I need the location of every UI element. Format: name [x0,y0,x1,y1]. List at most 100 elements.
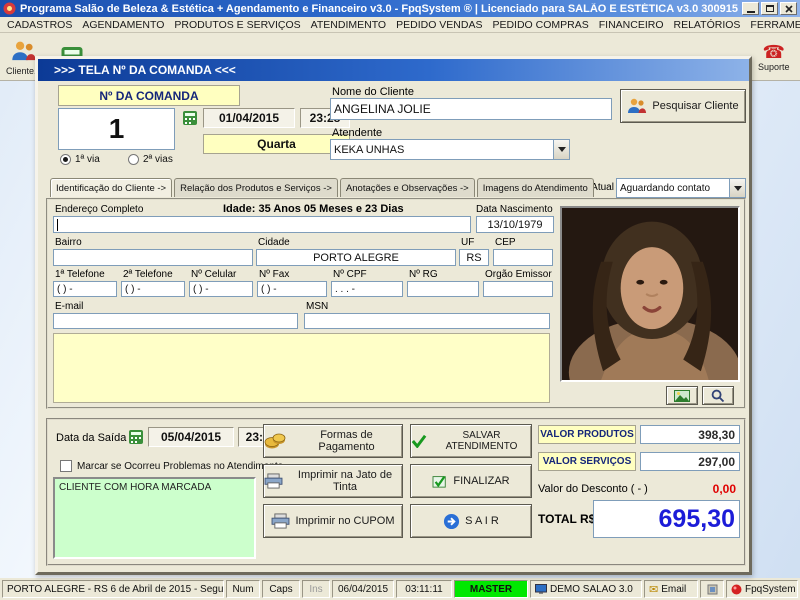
valor-produtos-label: VALOR PRODUTOS [538,425,636,444]
radio-via1-label: 1ª via [75,154,100,165]
finalizar-label: FINALIZAR [453,475,510,487]
toolbar-suporte-label: Suporte [758,61,790,72]
menu-pedido-compras[interactable]: PEDIDO COMPRAS [487,18,593,32]
status-versao-label: DEMO SALAO 3.0 [550,583,633,595]
check-icon [411,434,427,448]
observacoes-area[interactable] [53,333,550,403]
tel1-input[interactable]: ( ) - [53,281,117,297]
problema-checkbox[interactable]: Marcar se Ocorreu Problemas no Atendimen… [60,460,283,472]
orgao-emissor-label: Orgão Emissor [485,269,552,280]
total-label: TOTAL R$ [538,512,596,526]
atendente-label: Atendente [332,127,383,139]
status-email[interactable]: ✉ Email [644,580,698,598]
menu-pedido-vendas[interactable]: PEDIDO VENDAS [391,18,487,32]
uf-label: UF [461,237,475,248]
menubar: CADASTROS AGENDAMENTO PRODUTOS E SERVIÇO… [0,17,800,33]
radio-unchecked-icon [128,154,139,165]
status-icon [700,580,724,598]
pesquisar-cliente-button[interactable]: Pesquisar Cliente [620,89,746,123]
printer-icon [271,513,290,529]
finalizar-button[interactable]: FINALIZAR [410,464,532,498]
bairro-label: Bairro [55,237,82,248]
fax-label: Nº Fax [259,269,290,280]
situacao-combo[interactable]: Aguardando contato [616,178,746,198]
status-caps: Caps [262,580,300,598]
atendente-combo[interactable]: KEKA UNHAS [330,139,570,160]
status-ins: Ins [302,580,330,598]
monitor-icon [535,583,547,595]
status-date: 06/04/2015 [332,580,394,598]
nome-cliente-label: Nome do Cliente [332,86,414,98]
menu-relatorios[interactable]: RELATÓRIOS [669,18,746,32]
endereco-label: Endereço Completo [55,204,144,215]
statusbar: PORTO ALEGRE - RS 6 de Abril de 2015 - S… [0,578,800,600]
comanda-calendar-icon[interactable] [182,110,198,126]
brand-icon [731,584,742,595]
comanda-dialog: >>> TELA Nº DA COMANDA <<< Nº DA COMANDA… [35,56,752,575]
close-button[interactable] [780,2,797,15]
tab-strip: Identificação do Cliente -> Relação dos … [50,178,594,197]
nascimento-input[interactable]: 13/10/1979 [476,216,554,233]
menu-agendamento[interactable]: AGENDAMENTO [77,18,169,32]
toolbar-suporte-button[interactable]: ☎ Suporte [756,34,792,80]
dialog-title: >>> TELA Nº DA COMANDA <<< [54,63,236,77]
valor-produtos-value: 398,30 [640,425,740,444]
orgao-emissor-input[interactable] [483,281,553,297]
cep-input[interactable] [493,249,553,266]
status-time: 03:11:11 [396,580,452,598]
nome-cliente-input[interactable]: ANGELINA JOLIE [330,98,612,120]
pesquisar-cliente-label: Pesquisar Cliente [652,100,739,112]
menu-atendimento[interactable]: ATENDIMENTO [306,18,391,32]
tel2-input[interactable]: ( ) - [121,281,185,297]
salvar-atendimento-button[interactable]: SALVAR ATENDIMENTO [410,424,532,458]
status-brand: FpqSystem [726,580,798,598]
radio-via1[interactable]: 1ª via [60,154,100,165]
fax-input[interactable]: ( ) - [257,281,327,297]
celular-label: Nº Celular [191,269,237,280]
footer-group: Data da Saída 05/04/2015 23:28 Marcar se… [46,418,746,566]
minimize-button[interactable] [742,2,759,15]
client-photo [560,206,740,382]
data-saida-label: Data da Saída [56,432,127,444]
email-input[interactable] [53,313,298,329]
status-brand-label: FpqSystem [745,583,796,595]
atendente-value: KEKA UNHAS [334,143,405,156]
rg-input[interactable] [407,281,479,297]
dialog-titlebar[interactable]: >>> TELA Nº DA COMANDA <<< [38,59,749,81]
tab-produtos-servicos[interactable]: Relação dos Produtos e Serviços -> [174,178,338,197]
tab-imagens-atendimento[interactable]: Imagens do Atendimento [476,178,594,197]
formas-pagamento-label: Formas de Pagamento [318,429,375,453]
menu-ferramentas[interactable]: FERRAMENTAS [745,18,800,32]
tab-identificacao-cliente[interactable]: Identificação do Cliente -> [50,178,173,197]
bairro-input[interactable] [53,249,253,266]
nota-atendimento[interactable]: CLIENTE COM HORA MARCADA [53,477,256,559]
dialog-body: Nº DA COMANDA 1 01/04/2015 23:28 Quarta … [38,81,749,572]
dropdown-arrow-icon[interactable] [729,179,745,197]
imprimir-cupom-button[interactable]: Imprimir no CUPOM [263,504,403,538]
msn-input[interactable] [304,313,550,329]
formas-pagamento-button[interactable]: Formas de Pagamento [263,424,403,458]
restore-button[interactable] [761,2,778,15]
tel1-label: 1ª Telefone [55,269,105,280]
coins-icon [264,433,286,449]
imprimir-jato-button[interactable]: Imprimir na Jato de Tinta [263,464,403,498]
tel2-label: 2ª Telefone [123,269,173,280]
cpf-input[interactable]: . . . - [331,281,403,297]
radio-via2[interactable]: 2ª vias [128,154,173,165]
photo-add-button[interactable] [666,386,698,405]
dropdown-arrow-icon[interactable] [553,140,569,159]
saida-calendar-icon[interactable] [128,429,144,445]
menu-financeiro[interactable]: FINANCEIRO [594,18,669,32]
celular-input[interactable]: ( ) - [189,281,253,297]
comanda-number[interactable]: 1 [58,108,175,150]
sair-button[interactable]: S A I R [410,504,532,538]
endereco-input[interactable] [53,216,471,233]
photo-zoom-button[interactable] [702,386,734,405]
tab-anotacoes-observacoes[interactable]: Anotações e Observações -> [339,178,475,197]
desktop: Programa Salão de Beleza & Estética + Ag… [0,0,800,600]
menu-produtos-servicos[interactable]: PRODUTOS E SERVIÇOS [169,18,305,32]
uf-input[interactable]: RS [459,249,489,266]
cidade-input[interactable]: PORTO ALEGRE [256,249,456,266]
valor-servicos-label: VALOR SERVIÇOS [538,452,636,471]
menu-cadastros[interactable]: CADASTROS [2,18,77,32]
